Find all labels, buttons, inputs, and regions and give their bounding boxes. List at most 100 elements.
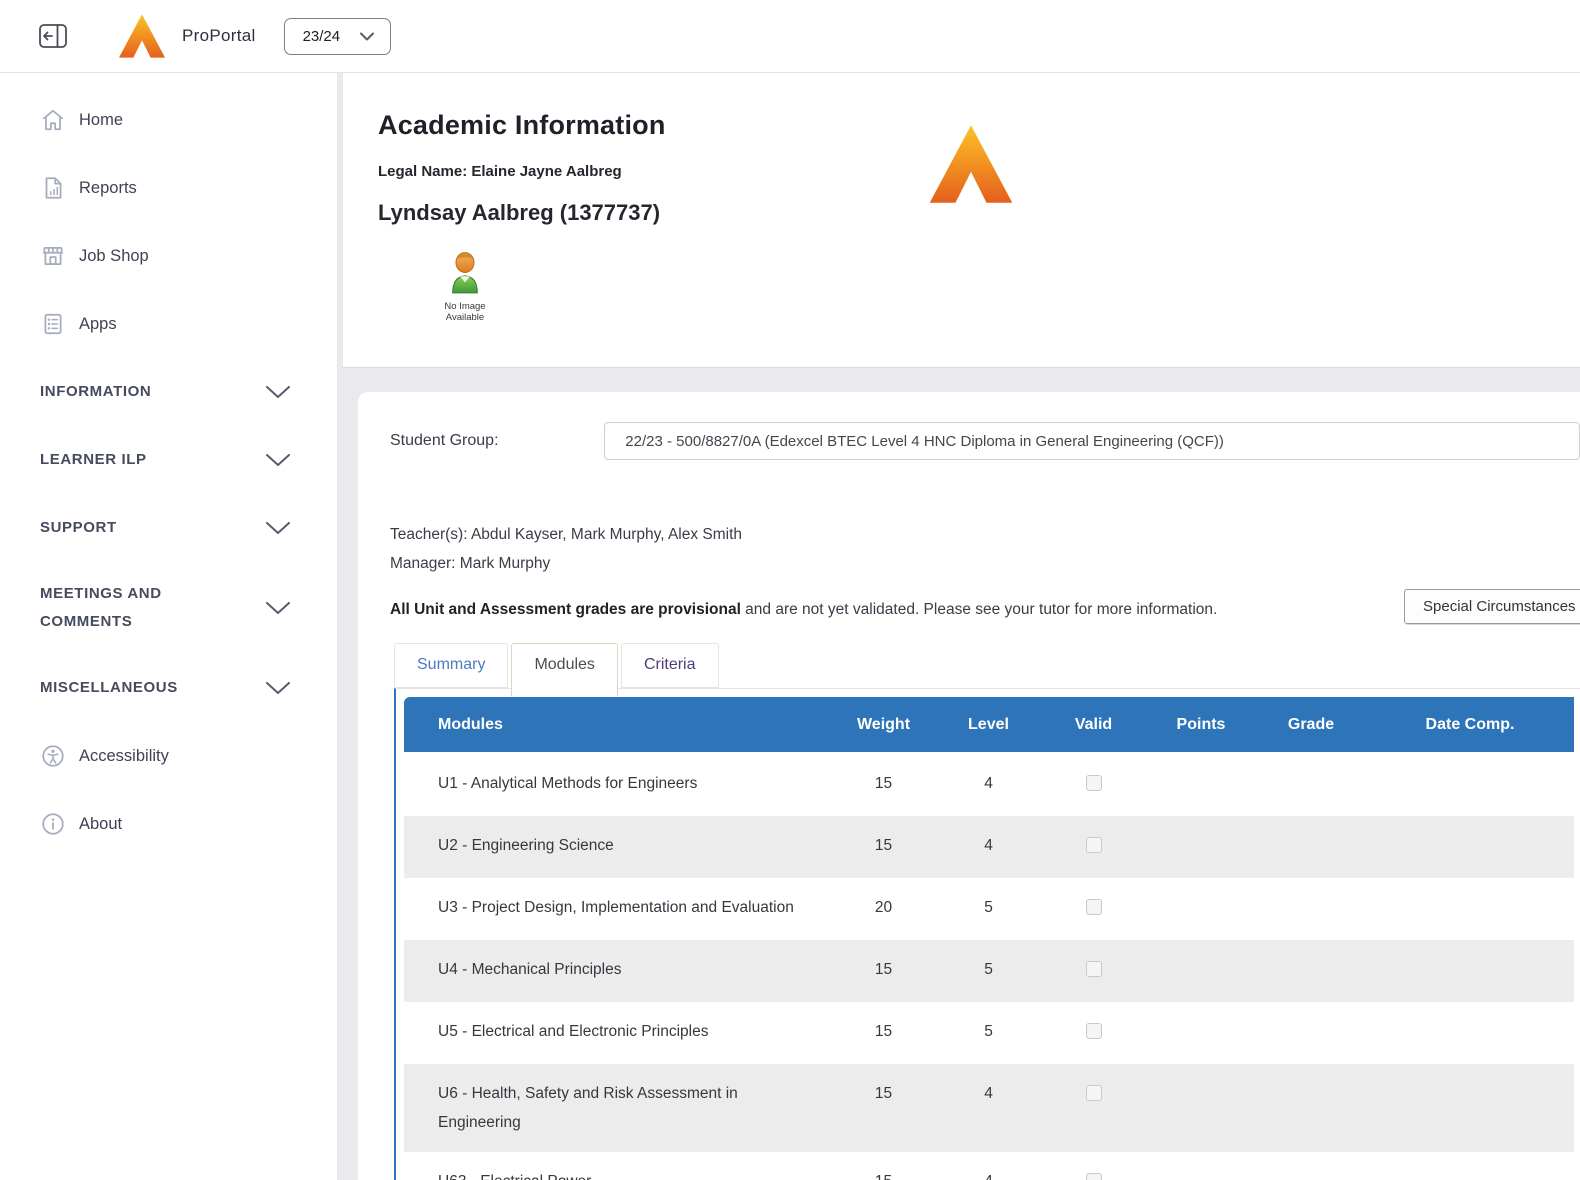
info-circle-icon xyxy=(40,811,66,837)
sidebar-item-accessibility[interactable]: Accessibility xyxy=(40,740,290,772)
module-level: 5 xyxy=(936,878,1041,940)
module-points xyxy=(1146,1064,1256,1152)
chevron-down-icon xyxy=(266,454,290,467)
avatar-caption: No Image Available xyxy=(435,301,495,323)
module-name: U3 - Project Design, Implementation and … xyxy=(438,893,794,922)
sidebar-section-learner-ilp[interactable]: LEARNER ILP xyxy=(40,444,290,476)
module-date-comp xyxy=(1366,816,1574,878)
collapse-sidebar-button[interactable] xyxy=(38,23,68,49)
column-header-level: Level xyxy=(936,697,1041,754)
module-date-comp xyxy=(1366,1152,1574,1180)
module-level: 5 xyxy=(936,940,1041,1002)
list-icon xyxy=(40,311,66,337)
table-row: U6 - Health, Safety and Risk Assessment … xyxy=(404,1064,1574,1152)
column-header-modules: Modules xyxy=(404,697,831,754)
sidebar-item-label: Reports xyxy=(79,179,137,198)
valid-checkbox[interactable] xyxy=(1086,961,1102,977)
report-document-icon xyxy=(40,175,66,201)
academic-year-select[interactable]: 23/24 xyxy=(284,18,392,55)
chevron-down-icon xyxy=(266,386,290,399)
module-points xyxy=(1146,1152,1256,1180)
valid-checkbox[interactable] xyxy=(1086,1023,1102,1039)
module-grade xyxy=(1256,878,1366,940)
valid-checkbox[interactable] xyxy=(1086,1173,1102,1180)
sidebar-item-label: Apps xyxy=(79,315,117,334)
sidebar-item-reports[interactable]: Reports xyxy=(40,172,290,204)
table-row: U3 - Project Design, Implementation and … xyxy=(404,878,1574,940)
column-header-grade: Grade xyxy=(1256,697,1366,754)
valid-checkbox[interactable] xyxy=(1086,837,1102,853)
tab-summary[interactable]: Summary xyxy=(394,643,508,688)
module-points xyxy=(1146,754,1256,816)
module-grade xyxy=(1256,816,1366,878)
academic-year-value: 23/24 xyxy=(303,28,341,45)
column-header-date-comp: Date Comp. xyxy=(1366,697,1574,754)
tab-bar: Summary Modules Criteria xyxy=(394,643,1580,688)
sidebar-item-about[interactable]: About xyxy=(40,808,290,840)
provisional-notice-bold: All Unit and Assessment grades are provi… xyxy=(390,601,741,618)
home-icon xyxy=(40,107,66,133)
sidebar-section-meetings-and-comments[interactable]: MEETINGS AND COMMENTS xyxy=(40,580,290,636)
sidebar-section-support[interactable]: SUPPORT xyxy=(40,512,290,544)
student-group-value: 22/23 - 500/8827/0A (Edexcel BTEC Level … xyxy=(625,433,1224,450)
sidebar-item-label: About xyxy=(79,815,122,834)
student-header-card: Academic Information Legal Name: Elaine … xyxy=(343,73,1580,368)
module-weight: 15 xyxy=(831,1002,936,1064)
module-grade xyxy=(1256,1064,1366,1152)
special-circumstances-button[interactable]: Special Circumstances xyxy=(1404,589,1580,624)
module-level: 4 xyxy=(936,754,1041,816)
sidebar-item-label: Accessibility xyxy=(79,747,169,766)
student-group-select[interactable]: 22/23 - 500/8827/0A (Edexcel BTEC Level … xyxy=(604,422,1580,460)
module-points xyxy=(1146,1002,1256,1064)
chevron-down-icon xyxy=(266,602,290,615)
avatar: No Image Available xyxy=(435,252,495,323)
module-name: U63 - Electrical Power xyxy=(438,1167,591,1180)
module-weight: 15 xyxy=(831,816,936,878)
sidebar-item-apps[interactable]: Apps xyxy=(40,308,290,340)
module-weight: 15 xyxy=(831,1152,936,1180)
sidebar: Home Reports Job Shop xyxy=(0,73,338,1180)
chevron-down-icon xyxy=(266,682,290,695)
no-image-person-icon xyxy=(446,252,484,294)
teachers-text: Teacher(s): Abdul Kayser, Mark Murphy, A… xyxy=(390,526,1580,544)
accessibility-icon xyxy=(40,743,66,769)
sidebar-item-home[interactable]: Home xyxy=(40,104,290,136)
proportal-logo-icon xyxy=(118,14,166,58)
modules-tab-panel: Modules Weight Level Valid Points Grade … xyxy=(394,688,1580,1180)
table-row: U1 - Analytical Methods for Engineers 15… xyxy=(404,754,1574,816)
module-name: U4 - Mechanical Principles xyxy=(438,955,622,984)
module-grade xyxy=(1256,1152,1366,1180)
module-name: U2 - Engineering Science xyxy=(438,831,614,860)
module-level: 4 xyxy=(936,816,1041,878)
module-date-comp xyxy=(1366,754,1574,816)
app-name: ProPortal xyxy=(182,26,256,46)
module-weight: 15 xyxy=(831,754,936,816)
chevron-down-icon xyxy=(266,522,290,535)
sidebar-item-label: Job Shop xyxy=(79,247,149,266)
module-name: U6 - Health, Safety and Risk Assessment … xyxy=(438,1079,798,1137)
module-name: U1 - Analytical Methods for Engineers xyxy=(438,769,697,798)
module-date-comp xyxy=(1366,940,1574,1002)
tab-modules[interactable]: Modules xyxy=(511,643,617,696)
module-weight: 20 xyxy=(831,878,936,940)
sidebar-section-label: MISCELLANEOUS xyxy=(40,674,215,702)
storefront-icon xyxy=(40,243,66,269)
valid-checkbox[interactable] xyxy=(1086,775,1102,791)
valid-checkbox[interactable] xyxy=(1086,1085,1102,1101)
sidebar-section-miscellaneous[interactable]: MISCELLANEOUS xyxy=(40,672,290,704)
module-name: U5 - Electrical and Electronic Principle… xyxy=(438,1017,709,1046)
main-area: Academic Information Legal Name: Elaine … xyxy=(338,73,1580,1180)
modules-table-header-row: Modules Weight Level Valid Points Grade … xyxy=(404,697,1574,754)
sidebar-item-label: Home xyxy=(79,111,123,130)
manager-text: Manager: Mark Murphy xyxy=(390,555,1580,573)
module-points xyxy=(1146,878,1256,940)
chevron-down-icon xyxy=(360,32,374,41)
sidebar-item-job-shop[interactable]: Job Shop xyxy=(40,240,290,272)
sidebar-section-label: SUPPORT xyxy=(40,514,215,542)
sidebar-section-information[interactable]: INFORMATION xyxy=(40,376,290,408)
table-row: U5 - Electrical and Electronic Principle… xyxy=(404,1002,1574,1064)
tab-criteria[interactable]: Criteria xyxy=(621,643,719,688)
student-group-label: Student Group: xyxy=(390,432,604,450)
valid-checkbox[interactable] xyxy=(1086,899,1102,915)
proportal-logo-large-icon xyxy=(928,123,1014,205)
